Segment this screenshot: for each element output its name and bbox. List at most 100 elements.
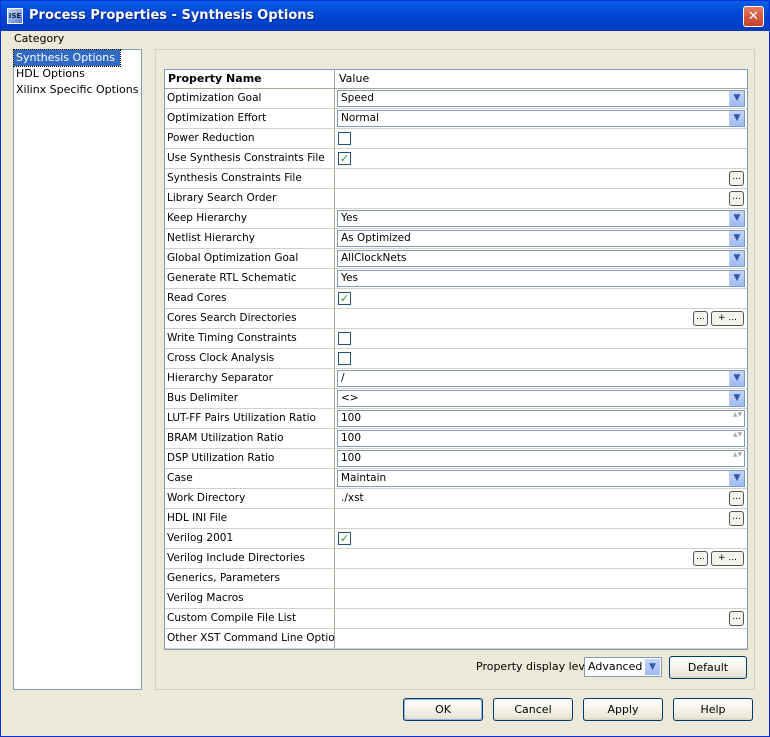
spin-arrows-icon[interactable]: ▲▼ xyxy=(731,411,744,426)
property-value-cell[interactable]: / ▼ xyxy=(335,369,747,388)
property-value-cell[interactable]: 100 ▲▼ xyxy=(335,449,747,468)
property-value-cell[interactable]: ./xst... xyxy=(335,489,747,508)
property-row-use-synthesis-constraints-file[interactable]: Use Synthesis Constraints File ✓ xyxy=(165,149,747,169)
property-row-write-timing-constraints[interactable]: Write Timing Constraints xyxy=(165,329,747,349)
property-value-cell[interactable] xyxy=(335,329,747,348)
apply-button[interactable]: Apply xyxy=(583,698,663,721)
property-value-cell[interactable]: Speed ▼ xyxy=(335,89,747,108)
property-row-bram-utilization-ratio[interactable]: BRAM Utilization Ratio 100 ▲▼ xyxy=(165,429,747,449)
value-checkbox[interactable] xyxy=(338,352,351,365)
browse-button[interactable]: ... xyxy=(693,311,708,326)
browse-button[interactable]: ... xyxy=(729,171,744,186)
category-item-xilinx-specific-options[interactable]: Xilinx Specific Options xyxy=(14,82,141,98)
property-value-cell[interactable]: Yes ▼ xyxy=(335,269,747,288)
category-list[interactable]: Synthesis Options HDL Options Xilinx Spe… xyxy=(13,49,142,690)
browse-button[interactable]: ... xyxy=(729,611,744,626)
value-dropdown[interactable]: As Optimized ▼ xyxy=(337,230,745,247)
property-row-verilog-include-directories[interactable]: Verilog Include Directories... + ... xyxy=(165,549,747,569)
close-button[interactable]: ✕ xyxy=(743,6,764,27)
property-value-cell[interactable]: 100 ▲▼ xyxy=(335,429,747,448)
property-row-optimization-effort[interactable]: Optimization Effort Normal ▼ xyxy=(165,109,747,129)
property-row-optimization-goal[interactable]: Optimization Goal Speed ▼ xyxy=(165,89,747,109)
property-value-cell[interactable]: ... + ... xyxy=(335,549,747,568)
browse-button[interactable]: ... xyxy=(729,491,744,506)
chevron-down-icon[interactable]: ▼ xyxy=(729,371,744,386)
value-spinner[interactable]: 100 ▲▼ xyxy=(337,410,745,427)
title-bar[interactable]: ISE Process Properties - Synthesis Optio… xyxy=(1,1,769,31)
property-value-cell[interactable]: AllClockNets ▼ xyxy=(335,249,747,268)
property-value-cell[interactable]: Maintain ▼ xyxy=(335,469,747,488)
property-value-cell[interactable]: ✓ xyxy=(335,149,747,168)
property-row-keep-hierarchy[interactable]: Keep Hierarchy Yes ▼ xyxy=(165,209,747,229)
value-dropdown[interactable]: Yes ▼ xyxy=(337,270,745,287)
property-value-cell[interactable]: <> ▼ xyxy=(335,389,747,408)
add-entry-button[interactable]: + ... xyxy=(711,311,744,326)
property-row-synthesis-constraints-file[interactable]: Synthesis Constraints File... xyxy=(165,169,747,189)
property-row-read-cores[interactable]: Read Cores ✓ xyxy=(165,289,747,309)
value-dropdown[interactable]: / ▼ xyxy=(337,370,745,387)
add-entry-button[interactable]: + ... xyxy=(711,551,744,566)
browse-button[interactable]: ... xyxy=(693,551,708,566)
property-value-cell[interactable]: ... xyxy=(335,189,747,208)
property-row-custom-compile-file-list[interactable]: Custom Compile File List... xyxy=(165,609,747,629)
chevron-down-icon[interactable]: ▼ xyxy=(729,251,744,266)
chevron-down-icon[interactable]: ▼ xyxy=(645,659,660,675)
value-dropdown[interactable]: Normal ▼ xyxy=(337,110,745,127)
property-row-other-xst-command-line-options[interactable]: Other XST Command Line Options xyxy=(165,629,747,649)
property-row-library-search-order[interactable]: Library Search Order... xyxy=(165,189,747,209)
category-item-synthesis-options[interactable]: Synthesis Options xyxy=(13,49,121,67)
property-row-work-directory[interactable]: Work Directory ./xst... xyxy=(165,489,747,509)
browse-button[interactable]: ... xyxy=(729,191,744,206)
value-spinner[interactable]: 100 ▲▼ xyxy=(337,430,745,447)
value-dropdown[interactable]: <> ▼ xyxy=(337,390,745,407)
chevron-down-icon[interactable]: ▼ xyxy=(729,91,744,106)
chevron-down-icon[interactable]: ▼ xyxy=(729,231,744,246)
property-row-verilog-macros[interactable]: Verilog Macros xyxy=(165,589,747,609)
browse-button[interactable]: ... xyxy=(729,511,744,526)
property-value-cell[interactable] xyxy=(335,589,747,608)
chevron-down-icon[interactable]: ▼ xyxy=(729,271,744,286)
ok-button[interactable]: OK xyxy=(403,698,483,721)
chevron-down-icon[interactable]: ▼ xyxy=(729,111,744,126)
category-item-hdl-options[interactable]: HDL Options xyxy=(14,66,141,82)
spin-arrows-icon[interactable]: ▲▼ xyxy=(731,451,744,466)
value-dropdown[interactable]: Maintain ▼ xyxy=(337,470,745,487)
property-value-cell[interactable] xyxy=(335,629,747,648)
property-row-dsp-utilization-ratio[interactable]: DSP Utilization Ratio 100 ▲▼ xyxy=(165,449,747,469)
help-button[interactable]: Help xyxy=(673,698,753,721)
value-checkbox[interactable]: ✓ xyxy=(338,292,351,305)
property-row-bus-delimiter[interactable]: Bus Delimiter <> ▼ xyxy=(165,389,747,409)
property-value-cell[interactable]: ... xyxy=(335,609,747,628)
value-spinner[interactable]: 100 ▲▼ xyxy=(337,450,745,467)
display-level-select[interactable]: Advanced ▼ xyxy=(584,657,662,677)
property-value-cell[interactable]: Normal ▼ xyxy=(335,109,747,128)
value-checkbox[interactable]: ✓ xyxy=(338,532,351,545)
property-row-cross-clock-analysis[interactable]: Cross Clock Analysis xyxy=(165,349,747,369)
value-checkbox[interactable] xyxy=(338,132,351,145)
property-value-cell[interactable]: ... xyxy=(335,509,747,528)
property-row-case[interactable]: Case Maintain ▼ xyxy=(165,469,747,489)
property-value-cell[interactable]: 100 ▲▼ xyxy=(335,409,747,428)
property-row-generics-parameters[interactable]: Generics, Parameters xyxy=(165,569,747,589)
chevron-down-icon[interactable]: ▼ xyxy=(729,211,744,226)
property-value-cell[interactable]: ... xyxy=(335,169,747,188)
spin-arrows-icon[interactable]: ▲▼ xyxy=(731,431,744,446)
property-value-cell[interactable] xyxy=(335,129,747,148)
property-row-hierarchy-separator[interactable]: Hierarchy Separator / ▼ xyxy=(165,369,747,389)
value-checkbox[interactable] xyxy=(338,332,351,345)
property-value-cell[interactable]: ✓ xyxy=(335,529,747,548)
value-checkbox[interactable]: ✓ xyxy=(338,152,351,165)
value-dropdown[interactable]: Yes ▼ xyxy=(337,210,745,227)
property-row-global-optimization-goal[interactable]: Global Optimization Goal AllClockNets ▼ xyxy=(165,249,747,269)
value-dropdown[interactable]: Speed ▼ xyxy=(337,90,745,107)
chevron-down-icon[interactable]: ▼ xyxy=(729,471,744,486)
property-value-cell[interactable] xyxy=(335,349,747,368)
property-value-cell[interactable]: As Optimized ▼ xyxy=(335,229,747,248)
property-row-generate-rtl-schematic[interactable]: Generate RTL Schematic Yes ▼ xyxy=(165,269,747,289)
property-row-lut-ff-pairs-utilization-ratio[interactable]: LUT-FF Pairs Utilization Ratio 100 ▲▼ xyxy=(165,409,747,429)
property-row-hdl-ini-file[interactable]: HDL INI File... xyxy=(165,509,747,529)
property-row-power-reduction[interactable]: Power Reduction xyxy=(165,129,747,149)
cancel-button[interactable]: Cancel xyxy=(493,698,573,721)
property-row-verilog-2001[interactable]: Verilog 2001 ✓ xyxy=(165,529,747,549)
property-row-netlist-hierarchy[interactable]: Netlist Hierarchy As Optimized ▼ xyxy=(165,229,747,249)
